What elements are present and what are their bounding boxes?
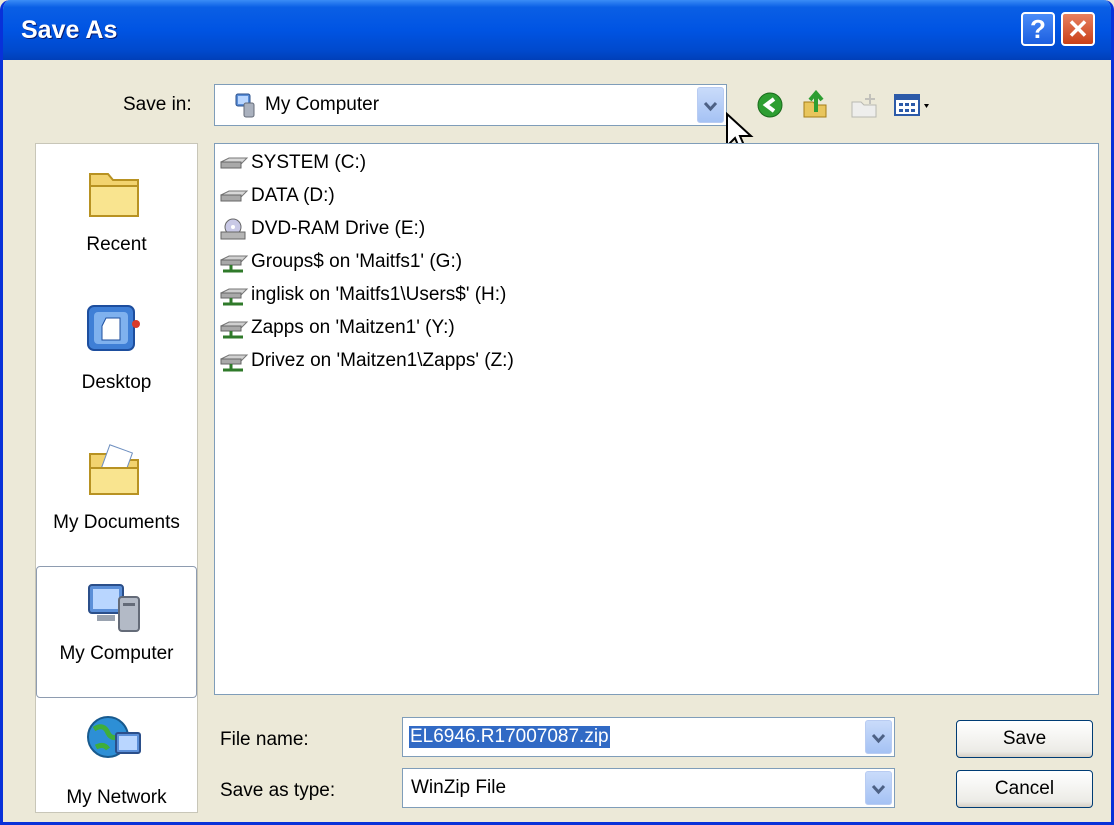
file-name-label: File name: [220,729,309,750]
chevron-down-icon[interactable] [865,720,892,754]
hard-drive-icon [220,190,249,202]
save-as-type-label: Save as type: [220,780,336,801]
save-as-type-dropdown[interactable]: WinZip File [402,768,895,808]
place-my-computer[interactable]: My Computer [36,566,197,698]
places-bar: Recent Desktop My Documents My Computer … [35,143,198,813]
hard-drive-icon [220,157,249,169]
my-network-icon [87,716,141,758]
help-button[interactable]: ? [1021,12,1055,46]
views-menu-icon[interactable] [893,90,937,120]
network-drive-icon [220,288,249,306]
place-my-documents[interactable]: My Documents [36,434,197,559]
title-bar[interactable]: Save As ? ✕ [3,0,1111,60]
save-as-dialog: Save As ? ✕ Save in: My Computer Recent … [0,0,1114,825]
new-folder-icon[interactable] [849,90,879,120]
save-in-label: Save in: [123,94,192,115]
network-drive-icon [220,321,249,339]
place-label: My Computer [59,643,174,664]
network-drive-icon [220,255,249,273]
save-button[interactable]: Save [956,720,1093,758]
list-item[interactable]: SYSTEM (C:) [219,152,366,180]
list-item[interactable]: inglisk on 'Maitfs1\Users$' (H:) [219,284,506,312]
back-icon[interactable] [757,90,785,120]
desktop-icon [87,305,140,351]
place-desktop[interactable]: Desktop [36,294,197,419]
chevron-down-icon[interactable] [697,87,724,123]
place-label: My Network [66,787,167,808]
my-computer-icon [235,93,255,118]
list-item[interactable]: Groups$ on 'Maitfs1' (G:) [219,251,462,279]
dvd-drive-icon [220,218,246,240]
file-list[interactable]: SYSTEM (C:) DATA (D:) DVD-RAM Drive (E:)… [214,143,1099,695]
place-label: Desktop [81,372,152,393]
list-item[interactable]: Drivez on 'Maitzen1\Zapps' (Z:) [219,350,514,378]
cancel-button[interactable]: Cancel [956,770,1093,808]
up-folder-icon[interactable] [801,90,829,120]
close-button[interactable]: ✕ [1061,12,1095,46]
dialog-title: Save As [21,16,118,44]
chevron-down-icon[interactable] [865,771,892,805]
save-in-value: My Computer [265,94,380,115]
place-label: My Documents [53,512,180,533]
list-item[interactable]: DVD-RAM Drive (E:) [219,218,425,246]
file-name-value: EL6946.R17007087.zip [409,726,610,748]
list-item[interactable]: DATA (D:) [219,185,335,213]
list-item[interactable]: Zapps on 'Maitzen1' (Y:) [219,317,455,345]
place-my-network[interactable]: My Network [36,707,197,812]
recent-folder-icon [89,173,139,217]
my-computer-icon [88,584,140,632]
my-documents-icon [89,444,139,495]
file-name-input[interactable]: EL6946.R17007087.zip [402,717,895,757]
network-drive-icon [220,354,249,372]
save-in-dropdown[interactable]: My Computer [214,84,727,126]
place-label: Recent [86,234,147,255]
place-recent[interactable]: Recent [36,156,197,281]
save-as-type-value: WinZip File [411,777,507,798]
